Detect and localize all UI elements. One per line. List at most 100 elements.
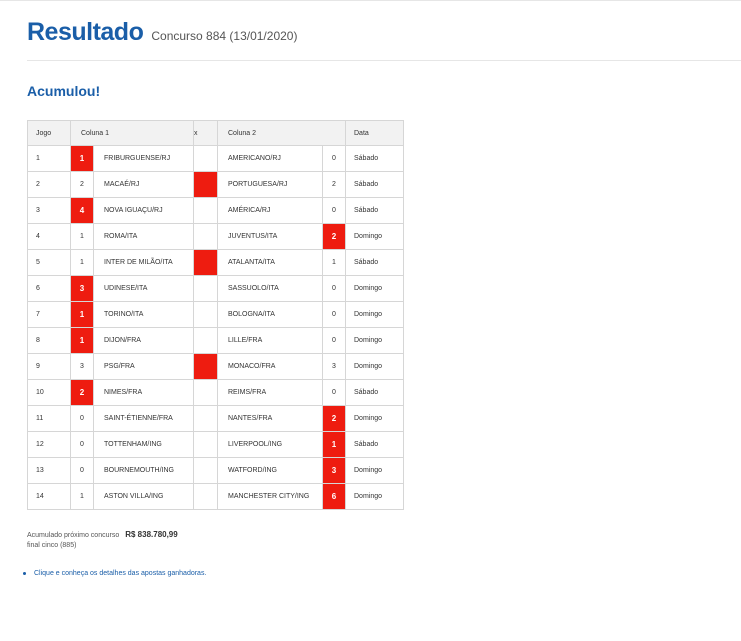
jogo-number: 1 [27, 145, 71, 172]
home-team: TORINO/ITA [93, 301, 194, 328]
home-team: DIJON/FRA [93, 327, 194, 354]
draw-marker [193, 197, 218, 224]
match-day: Domingo [345, 483, 404, 510]
jogo-number: 8 [27, 327, 71, 354]
away-goals: 1 [322, 431, 346, 458]
away-goals: 0 [322, 379, 346, 406]
home-team: INTER DE MILÃO/ITA [93, 249, 194, 276]
home-goals: 1 [70, 327, 94, 354]
draw-marker [193, 249, 218, 276]
away-goals: 0 [322, 301, 346, 328]
away-goals: 2 [322, 223, 346, 250]
draw-marker [193, 171, 218, 198]
table-row: 6 3 UDINESE/ITA SASSUOLO/ITA 0 Domingo [27, 275, 404, 302]
match-day: Domingo [345, 223, 404, 250]
away-team: AMÉRICA/RJ [217, 197, 323, 224]
accumulated-info: Acumulado próximo concurso R$ 838.780,99 … [27, 530, 178, 549]
away-team: BOLOGNA/ITA [217, 301, 323, 328]
draw-marker [193, 457, 218, 484]
home-team: FRIBURGUENSE/RJ [93, 145, 194, 172]
away-team: MANCHESTER CITY/ING [217, 483, 323, 510]
bullet-icon [23, 572, 26, 575]
away-team: NANTES/FRA [217, 405, 323, 432]
header-x: x [193, 120, 218, 146]
away-team: LILLE/FRA [217, 327, 323, 354]
page-header: Resultado Concurso 884 (13/01/2020) [27, 18, 297, 47]
table-row: 5 1 INTER DE MILÃO/ITA ATALANTA/ITA 1 Sábado [27, 249, 404, 276]
home-goals: 1 [70, 145, 94, 172]
draw-marker [193, 223, 218, 250]
match-day: Domingo [345, 301, 404, 328]
home-goals: 4 [70, 197, 94, 224]
away-team: LIVERPOOL/ING [217, 431, 323, 458]
draw-marker [193, 301, 218, 328]
match-day: Domingo [345, 457, 404, 484]
match-day: Sábado [345, 197, 404, 224]
jogo-number: 11 [27, 405, 71, 432]
away-team: WATFORD/ING [217, 457, 323, 484]
home-goals: 1 [70, 223, 94, 250]
match-day: Domingo [345, 275, 404, 302]
match-day: Domingo [345, 327, 404, 354]
draw-marker [193, 379, 218, 406]
away-goals: 0 [322, 275, 346, 302]
accumulated-amount: R$ 838.780,99 [125, 530, 178, 539]
home-goals: 1 [70, 483, 94, 510]
home-goals: 2 [70, 171, 94, 198]
away-goals: 1 [322, 249, 346, 276]
away-team: MONACO/FRA [217, 353, 323, 380]
home-team: SAINT-ÉTIENNE/FRA [93, 405, 194, 432]
table-row: 12 0 TOTTENHAM/ING LIVERPOOL/ING 1 Sábado [27, 431, 404, 458]
away-team: SASSUOLO/ITA [217, 275, 323, 302]
jogo-number: 4 [27, 223, 71, 250]
away-team: PORTUGUESA/RJ [217, 171, 323, 198]
header-coluna2: Coluna 2 [217, 120, 346, 146]
jogo-number: 12 [27, 431, 71, 458]
match-day: Sábado [345, 171, 404, 198]
home-goals: 1 [70, 249, 94, 276]
draw-marker [193, 145, 218, 172]
home-goals: 0 [70, 431, 94, 458]
jogo-number: 3 [27, 197, 71, 224]
away-team: REIMS/FRA [217, 379, 323, 406]
accumulated-label: Acumulado próximo concurso [27, 532, 120, 539]
draw-marker [193, 275, 218, 302]
top-divider [0, 0, 741, 1]
jogo-number: 14 [27, 483, 71, 510]
table-row: 11 0 SAINT-ÉTIENNE/FRA NANTES/FRA 2 Domingo [27, 405, 404, 432]
away-goals: 0 [322, 327, 346, 354]
draw-marker [193, 353, 218, 380]
header-data: Data [345, 120, 404, 146]
away-goals: 0 [322, 197, 346, 224]
winners-link[interactable]: Clique e conheça os detalhes das apostas… [34, 570, 206, 577]
draw-marker [193, 431, 218, 458]
contest-subtitle: Concurso 884 (13/01/2020) [151, 29, 298, 43]
away-goals: 3 [322, 353, 346, 380]
table-row: 13 0 BOURNEMOUTH/ING WATFORD/ING 3 Domingo [27, 457, 404, 484]
draw-marker [193, 483, 218, 510]
away-goals: 2 [322, 405, 346, 432]
draw-marker [193, 327, 218, 354]
table-header-row: Jogo Coluna 1 x Coluna 2 Data [27, 120, 404, 146]
match-day: Sábado [345, 379, 404, 406]
status-heading: Acumulou! [27, 83, 101, 99]
jogo-number: 5 [27, 249, 71, 276]
home-team: BOURNEMOUTH/ING [93, 457, 194, 484]
away-team: AMERICANO/RJ [217, 145, 323, 172]
header-divider [27, 60, 741, 61]
draw-marker [193, 405, 218, 432]
home-team: MACAÉ/RJ [93, 171, 194, 198]
home-goals: 0 [70, 405, 94, 432]
results-body: 1 1 FRIBURGUENSE/RJ AMERICANO/RJ 0 Sábado 2 2 MA… [27, 145, 404, 510]
match-day: Sábado [345, 145, 404, 172]
away-goals: 6 [322, 483, 346, 510]
table-row: 3 4 NOVA IGUAÇU/RJ AMÉRICA/RJ 0 Sábado [27, 197, 404, 224]
accumulated-note: final cinco (885) [27, 542, 77, 549]
home-goals: 3 [70, 275, 94, 302]
table-row: 9 3 PSG/FRA MONACO/FRA 3 Domingo [27, 353, 404, 380]
table-row: 4 1 ROMA/ITA JUVENTUS/ITA 2 Domingo [27, 223, 404, 250]
results-table: Jogo Coluna 1 x Coluna 2 Data 1 1 FRIBURGU… [27, 120, 404, 510]
away-goals: 2 [322, 171, 346, 198]
page-title: Resultado [27, 18, 144, 46]
table-row: 1 1 FRIBURGUENSE/RJ AMERICANO/RJ 0 Sábado [27, 145, 404, 172]
